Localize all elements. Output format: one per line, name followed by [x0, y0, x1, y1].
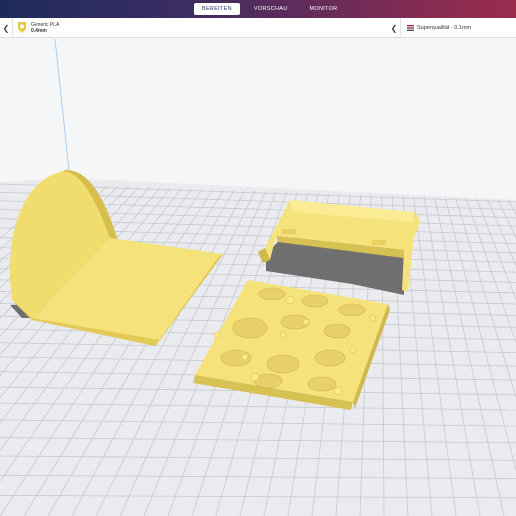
print-quality-selector[interactable]: Superqualität - 0.1mm [417, 25, 471, 31]
material-selector[interactable]: Generic PLA 0.4mm [31, 22, 59, 34]
stage-tabs: BEREITEN VORSCHAU MONITOR [194, 3, 345, 15]
chevron-left-icon: ❮ [390, 23, 398, 33]
stage-bar: BEREITEN VORSCHAU MONITOR [0, 0, 516, 18]
build-plate-viewport[interactable] [0, 39, 516, 516]
tab-monitor[interactable]: MONITOR [301, 3, 345, 15]
printer-settings-bar: ❮ Generic PLA 0.4mm ❮ Superqualität - 0.… [0, 18, 516, 38]
collapse-left-button[interactable]: ❮ [0, 18, 13, 38]
nozzle-size: 0.4mm [31, 28, 47, 34]
collapse-right-button[interactable]: ❮ [388, 18, 401, 38]
tab-preview[interactable]: VORSCHAU [246, 3, 296, 15]
chevron-left-icon: ❮ [2, 23, 10, 33]
spool-icon [18, 22, 26, 33]
settings-sliders-icon [407, 25, 414, 31]
tab-prepare[interactable]: BEREITEN [194, 3, 240, 15]
